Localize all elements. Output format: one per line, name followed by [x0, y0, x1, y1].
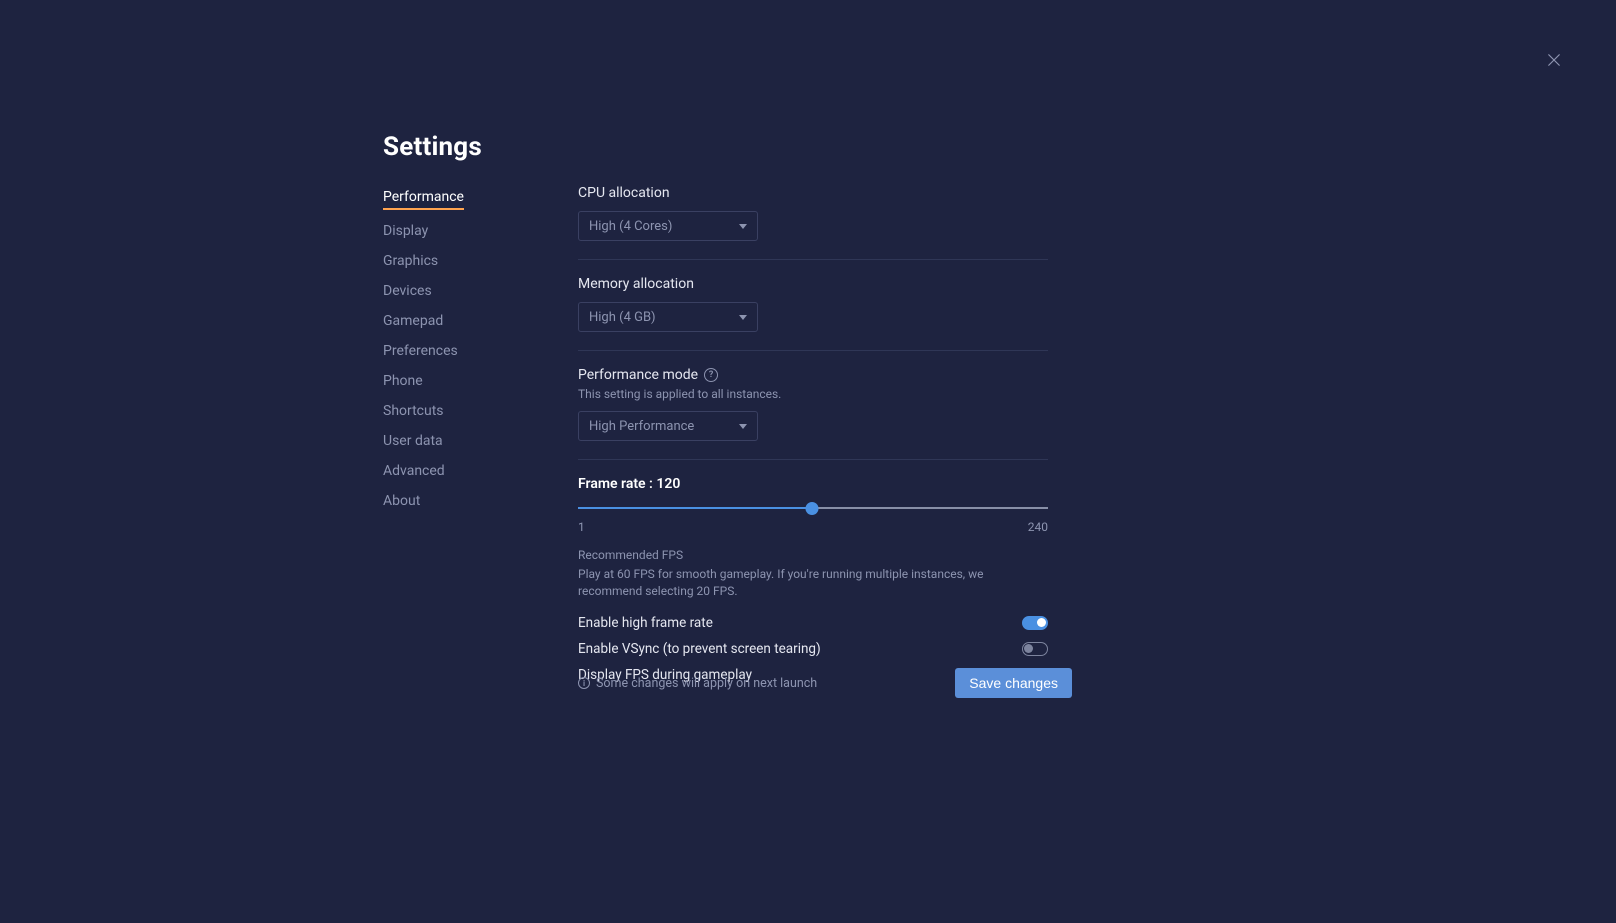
sidebar-item-advanced[interactable]: Advanced — [383, 462, 464, 480]
close-icon — [1545, 51, 1563, 69]
performance-mode-label: Performance mode ? — [578, 367, 1048, 383]
enable-vsync-row: Enable VSync (to prevent screen tearing) — [578, 641, 1048, 657]
performance-mode-select[interactable]: High Performance — [578, 411, 758, 441]
sidebar-item-performance[interactable]: Performance — [383, 188, 464, 210]
recommended-fps-title: Recommended FPS — [578, 548, 1048, 562]
recommended-fps-body: Play at 60 FPS for smooth gameplay. If y… — [578, 566, 1048, 601]
sidebar-item-shortcuts[interactable]: Shortcuts — [383, 402, 464, 420]
performance-mode-value: High Performance — [589, 419, 694, 434]
enable-high-frame-rate-toggle[interactable] — [1022, 616, 1048, 630]
slider-range-labels: 1 240 — [578, 520, 1048, 534]
slider-thumb[interactable] — [806, 502, 819, 515]
sidebar-item-graphics[interactable]: Graphics — [383, 252, 464, 270]
info-icon: i — [578, 677, 590, 689]
memory-allocation-select[interactable]: High (4 GB) — [578, 302, 758, 332]
footer-note-text: Some changes will apply on next launch — [596, 676, 817, 691]
frame-rate-label-prefix: Frame rate : — [578, 476, 656, 492]
cpu-allocation-label: CPU allocation — [578, 185, 1048, 201]
sidebar-item-preferences[interactable]: Preferences — [383, 342, 464, 360]
performance-mode-section: Performance mode ? This setting is appli… — [578, 367, 1048, 441]
toggle-knob — [1024, 644, 1033, 653]
divider — [578, 259, 1048, 260]
settings-sidebar: Performance Display Graphics Devices Gam… — [383, 188, 464, 510]
settings-content: CPU allocation High (4 Cores) Memory all… — [578, 185, 1048, 701]
divider — [578, 350, 1048, 351]
slider-min: 1 — [578, 520, 585, 534]
page-title: Settings — [383, 132, 482, 162]
performance-mode-label-text: Performance mode — [578, 367, 698, 383]
caret-down-icon — [739, 315, 747, 320]
settings-footer: i Some changes will apply on next launch… — [578, 668, 1072, 698]
memory-allocation-label: Memory allocation — [578, 276, 1048, 292]
slider-fill — [578, 507, 812, 509]
sidebar-item-about[interactable]: About — [383, 492, 464, 510]
cpu-allocation-select[interactable]: High (4 Cores) — [578, 211, 758, 241]
memory-allocation-value: High (4 GB) — [589, 310, 656, 325]
slider-max: 240 — [1028, 520, 1048, 534]
caret-down-icon — [739, 224, 747, 229]
save-changes-button[interactable]: Save changes — [955, 668, 1072, 698]
frame-rate-slider[interactable] — [578, 500, 1048, 516]
frame-rate-value: 120 — [656, 476, 680, 492]
caret-down-icon — [739, 424, 747, 429]
sidebar-item-display[interactable]: Display — [383, 222, 464, 240]
performance-mode-subtext: This setting is applied to all instances… — [578, 387, 1048, 401]
cpu-allocation-value: High (4 Cores) — [589, 219, 672, 234]
help-icon[interactable]: ? — [704, 368, 718, 382]
sidebar-item-phone[interactable]: Phone — [383, 372, 464, 390]
enable-high-frame-rate-label: Enable high frame rate — [578, 615, 713, 631]
enable-vsync-toggle[interactable] — [1022, 642, 1048, 656]
frame-rate-label: Frame rate : 120 — [578, 476, 1048, 492]
sidebar-item-user-data[interactable]: User data — [383, 432, 464, 450]
enable-high-frame-rate-row: Enable high frame rate — [578, 615, 1048, 631]
divider — [578, 459, 1048, 460]
toggle-knob — [1037, 618, 1046, 627]
memory-allocation-section: Memory allocation High (4 GB) — [578, 276, 1048, 332]
close-button[interactable] — [1542, 48, 1566, 72]
sidebar-item-gamepad[interactable]: Gamepad — [383, 312, 464, 330]
footer-note: i Some changes will apply on next launch — [578, 676, 817, 691]
frame-rate-section: Frame rate : 120 1 240 Recommended FPS P… — [578, 476, 1048, 683]
enable-vsync-label: Enable VSync (to prevent screen tearing) — [578, 641, 821, 657]
cpu-allocation-section: CPU allocation High (4 Cores) — [578, 185, 1048, 241]
sidebar-item-devices[interactable]: Devices — [383, 282, 464, 300]
